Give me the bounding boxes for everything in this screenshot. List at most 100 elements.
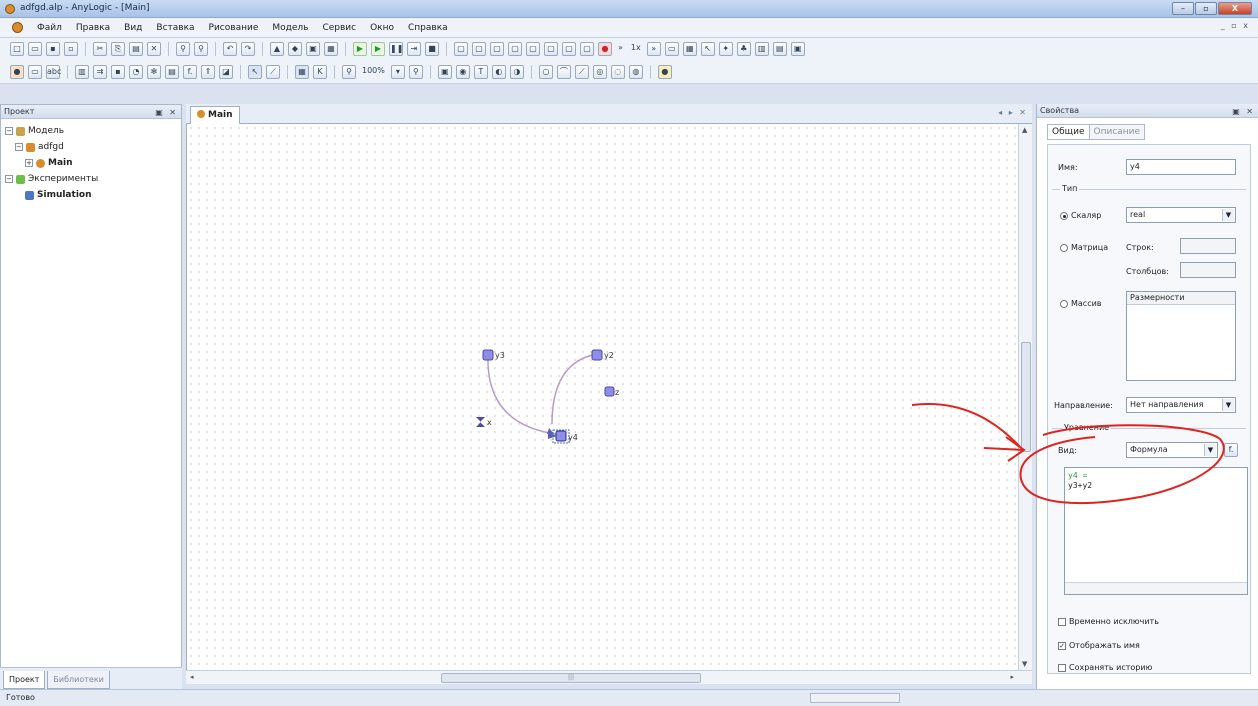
tab-nav-icons[interactable]: ◂ ▸ ✕ <box>998 108 1028 117</box>
copy-icon[interactable]: ⎘ <box>111 42 125 56</box>
text-icon[interactable]: T <box>473 64 488 79</box>
view-6-icon[interactable]: ▢ <box>544 42 558 56</box>
undo-icon[interactable]: ↶ <box>223 42 237 56</box>
view-8-icon[interactable]: ▢ <box>580 42 594 56</box>
link-y2-y4[interactable] <box>551 353 598 425</box>
polyline-icon[interactable]: ⟋ <box>574 64 589 79</box>
variable-y3-icon[interactable] <box>482 349 494 361</box>
pointer-icon[interactable]: ↖ <box>700 42 715 56</box>
view-2-icon[interactable]: ▢ <box>472 42 486 56</box>
find-icon[interactable]: ⚲ <box>176 42 190 56</box>
name-field[interactable]: y4 <box>1126 159 1236 175</box>
table-icon[interactable]: ▤ <box>772 42 787 56</box>
library-icon[interactable]: ● <box>657 64 672 79</box>
check-icon[interactable]: ▣ <box>306 42 320 56</box>
speed-slow-icon[interactable]: » <box>616 42 625 56</box>
view-7-icon[interactable]: ▢ <box>562 42 576 56</box>
save-all-icon[interactable]: ▫ <box>64 42 78 56</box>
speed-fast-icon[interactable]: » <box>646 42 661 56</box>
run-icon[interactable]: ▶ <box>353 42 367 56</box>
export-icon[interactable]: ▦ <box>324 42 338 56</box>
shape-3-icon[interactable]: ◍ <box>628 64 643 79</box>
history-checkbox[interactable]: Сохранять историю <box>1058 663 1152 672</box>
snap-icon[interactable]: K <box>313 64 327 79</box>
scroll-up-icon[interactable]: ▲ <box>1022 126 1027 134</box>
collapse-icon[interactable]: − <box>5 127 13 135</box>
horizontal-scrollbar[interactable]: ◂ ||| ▸ <box>186 670 1032 684</box>
tab-libraries[interactable]: Библиотеки <box>47 671 110 689</box>
select-icon[interactable]: ↖ <box>248 64 262 79</box>
menu-view[interactable]: Вид <box>124 23 142 33</box>
model-icon[interactable]: ♣ <box>736 42 751 56</box>
camera-icon[interactable]: ▣ <box>790 42 805 56</box>
connector-icon[interactable]: ⟋ <box>266 64 280 79</box>
zoom-dropdown-icon[interactable]: ▾ <box>390 64 405 79</box>
menu-service[interactable]: Сервис <box>322 23 356 33</box>
chart-icon[interactable]: ▥ <box>754 42 769 56</box>
scroll-down-icon[interactable]: ▼ <box>1022 660 1027 668</box>
table-function-icon[interactable]: ▤ <box>165 64 179 79</box>
paste-icon[interactable]: ▤ <box>129 42 143 56</box>
menu-insert[interactable]: Вставка <box>156 23 194 33</box>
view-4-icon[interactable]: ▢ <box>508 42 522 56</box>
tree-item-model[interactable]: − Модель <box>5 123 177 139</box>
matrix-radio[interactable]: Матрица <box>1060 243 1108 252</box>
mdi-controls[interactable]: _ ▫ x <box>1221 21 1250 30</box>
flow-icon[interactable]: ⇉ <box>93 64 107 79</box>
shape-2-icon[interactable]: ◌ <box>610 64 625 79</box>
collapse-icon[interactable]: − <box>5 175 13 183</box>
tree-item-adfgd[interactable]: − adfgd <box>5 139 177 155</box>
port-icon[interactable]: ⇑ <box>201 64 215 79</box>
run-fast-icon[interactable]: ▶ <box>371 42 385 56</box>
align-icon[interactable]: ▣ <box>437 64 452 79</box>
pause-icon[interactable]: ❚❚ <box>389 42 403 56</box>
menu-file[interactable]: Файл <box>37 23 62 33</box>
grid-icon[interactable]: ▦ <box>682 42 697 56</box>
record-icon[interactable]: ● <box>598 42 612 56</box>
exclude-checkbox[interactable]: Временно исключить <box>1058 617 1159 626</box>
variable-z-icon[interactable] <box>604 386 615 397</box>
step-icon[interactable]: ⇥ <box>407 42 421 56</box>
formula-scrollbar[interactable] <box>1065 582 1247 594</box>
tab-general[interactable]: Общие <box>1047 124 1090 140</box>
grid-toggle-icon[interactable]: ▦ <box>295 64 309 79</box>
menu-help[interactable]: Справка <box>408 23 448 33</box>
save-icon[interactable]: ▪ <box>46 42 60 56</box>
view-3-icon[interactable]: ▢ <box>490 42 504 56</box>
stop-icon[interactable]: ■ <box>425 42 439 56</box>
panel-controls[interactable]: ▣ ✕ <box>155 106 178 119</box>
new-icon[interactable]: □ <box>10 42 24 56</box>
variable-y2-icon[interactable] <box>591 349 603 361</box>
arc-icon[interactable]: ⌒ <box>556 64 571 79</box>
scroll-right-icon[interactable]: ▸ <box>1010 673 1014 681</box>
scalar-type-select[interactable]: real ▼ <box>1126 207 1236 223</box>
scalar-radio[interactable]: Скаляр <box>1060 211 1101 220</box>
circle-icon[interactable]: ◉ <box>455 64 470 79</box>
scroll-left-icon[interactable]: ◂ <box>190 673 194 681</box>
menu-window[interactable]: Окно <box>370 23 394 33</box>
zoom-in-icon[interactable]: ⚲ <box>408 64 423 79</box>
maximize-button[interactable]: ▫ <box>1195 2 1217 15</box>
menu-model[interactable]: Модель <box>272 23 308 33</box>
expand-icon[interactable]: + <box>25 159 33 167</box>
menu-edit[interactable]: Правка <box>76 23 110 33</box>
minimize-button[interactable]: – <box>1172 2 1194 15</box>
array-radio[interactable]: Массив <box>1060 299 1102 308</box>
show-name-checkbox[interactable]: ✓ Отображать имя <box>1058 641 1140 650</box>
zoom-out-icon[interactable]: ⚲ <box>342 64 356 79</box>
view-1-icon[interactable]: ▢ <box>454 42 468 56</box>
event-icon[interactable]: ✻ <box>147 64 161 79</box>
app-menu-icon[interactable] <box>12 22 23 33</box>
label-icon[interactable]: abc <box>46 64 61 79</box>
tab-description[interactable]: Описание <box>1089 124 1146 140</box>
parameter-icon[interactable]: ◔ <box>129 64 143 79</box>
build-icon[interactable]: ▲ <box>270 42 284 56</box>
stock-icon[interactable]: ▥ <box>75 64 89 79</box>
paint-icon[interactable]: ◐ <box>491 64 506 79</box>
parameter-x-icon[interactable] <box>476 417 485 427</box>
close-button[interactable]: X <box>1218 2 1252 15</box>
horizontal-scroll-thumb[interactable]: ||| <box>441 673 701 683</box>
tree-item-main[interactable]: + Main <box>5 155 177 171</box>
variable-icon[interactable]: ▪ <box>111 64 125 79</box>
open-icon[interactable]: ▭ <box>28 42 42 56</box>
